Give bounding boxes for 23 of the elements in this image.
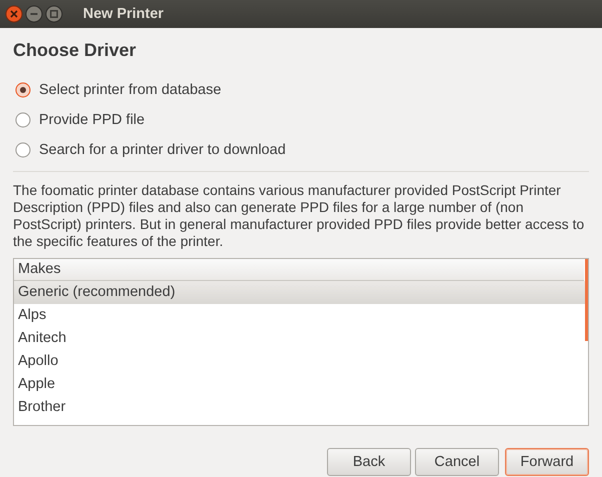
radio-button[interactable] — [15, 142, 31, 158]
radio-label[interactable]: Search for a printer driver to download — [39, 142, 286, 158]
list-item[interactable]: Alps — [14, 304, 588, 327]
list-item[interactable]: Brother — [14, 396, 588, 419]
list-item[interactable]: Generic (recommended) — [14, 281, 588, 304]
scrollbar-thumb[interactable] — [585, 259, 588, 341]
window-title: New Printer — [83, 6, 164, 22]
maximize-icon[interactable] — [45, 5, 63, 23]
close-icon[interactable] — [5, 5, 23, 23]
back-button[interactable]: Back — [327, 448, 411, 476]
list-item[interactable]: Apple — [14, 373, 588, 396]
list-item[interactable]: Apollo — [14, 350, 588, 373]
list-item[interactable]: Anitech — [14, 327, 588, 350]
forward-button[interactable]: Forward — [505, 448, 589, 476]
minimize-icon[interactable] — [25, 5, 43, 23]
column-header[interactable]: Makes — [14, 259, 584, 281]
radio-button[interactable] — [15, 82, 31, 98]
radio-label[interactable]: Provide PPD file — [39, 112, 145, 128]
page-heading: Choose Driver — [13, 39, 138, 62]
description-text: The foomatic printer database contains various manufacturer provided PostScript Printer Description (PPD) files and also can generate PPD files for a large number of (non PostScript) printers. But in general manufacturer provided PPD files provide better access to the specific features of the printer. — [13, 182, 586, 250]
radio-label[interactable]: Select printer from database — [39, 82, 222, 98]
radio-button[interactable] — [15, 112, 31, 128]
cancel-button[interactable]: Cancel — [415, 448, 499, 476]
